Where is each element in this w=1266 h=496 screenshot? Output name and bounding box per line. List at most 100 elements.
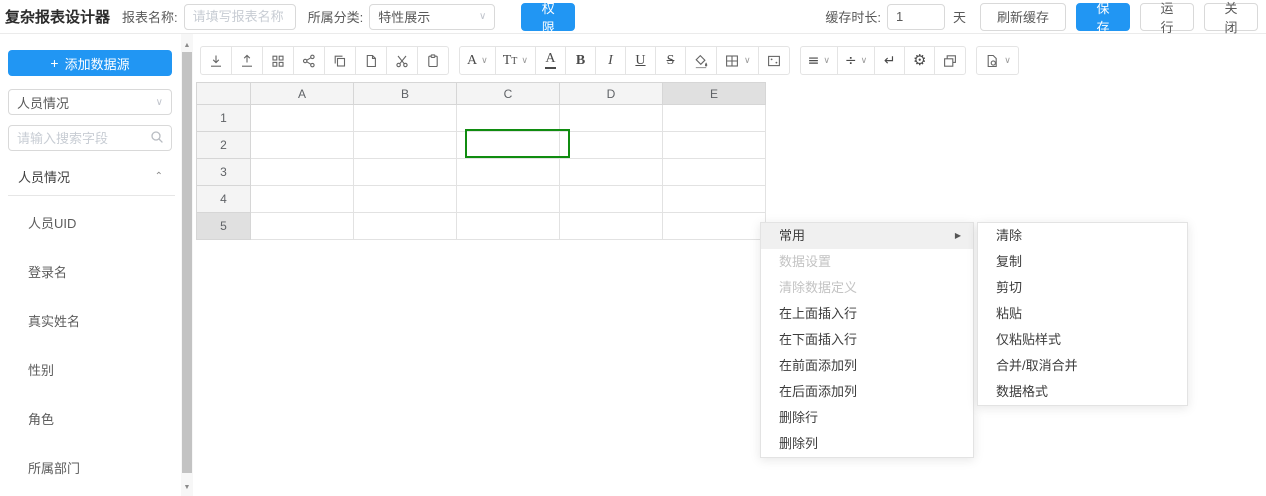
grid-cell-A5[interactable] (251, 213, 354, 240)
add-datasource-button[interactable]: + 添加数据源 (8, 50, 172, 76)
toolbar-cut-button[interactable] (386, 46, 418, 75)
scrollbar-thumb[interactable] (182, 52, 192, 473)
context-menu-item[interactable]: 在下面插入行 (761, 327, 973, 353)
grid-cell-C5[interactable] (457, 213, 560, 240)
toolbar-strikethrough-button[interactable]: S (655, 46, 686, 75)
context-submenu-item[interactable]: 粘贴 (978, 301, 1187, 327)
grid-cell-B3[interactable] (354, 159, 457, 186)
context-menu-item[interactable]: 在上面插入行 (761, 301, 973, 327)
context-submenu-item[interactable]: 仅粘贴样式 (978, 327, 1187, 353)
toolbar-wrap-text-button[interactable]: ↵ (874, 46, 905, 75)
toolbar-bold-button[interactable]: B (565, 46, 596, 75)
grid-corner-cell[interactable] (197, 83, 251, 105)
cache-duration-input[interactable] (887, 4, 945, 30)
context-menu-item[interactable]: 删除行 (761, 405, 973, 431)
context-submenu-item[interactable]: 数据格式 (978, 379, 1187, 405)
column-header-B[interactable]: B (354, 83, 457, 105)
grid-cell-E1[interactable] (663, 105, 766, 132)
row-header-1[interactable]: 1 (197, 105, 251, 132)
field-item[interactable]: 真实姓名 (0, 296, 181, 345)
column-header-C[interactable]: C (457, 83, 560, 105)
category-select[interactable]: 特性展示 ∨ (369, 4, 495, 30)
datasource-tree-header[interactable]: 人员情况 ⌃ (18, 166, 163, 186)
toolbar-font-size-button[interactable]: TT∨ (495, 46, 536, 75)
grid-cell-D3[interactable] (560, 159, 663, 186)
grid-cell-D4[interactable] (560, 186, 663, 213)
row-header-4[interactable]: 4 (197, 186, 251, 213)
row-header-3[interactable]: 3 (197, 159, 251, 186)
grid-cell-C4[interactable] (457, 186, 560, 213)
context-submenu-item[interactable]: 合并/取消合并 (978, 353, 1187, 379)
toolbar-freeze-panes-button[interactable] (934, 46, 966, 75)
toolbar-font-style-button[interactable]: A∨ (459, 46, 496, 75)
column-header-E[interactable]: E (663, 83, 766, 105)
scrollbar-up-arrow-icon[interactable]: ▲ (181, 39, 193, 51)
toolbar-settings-button[interactable]: ⚙ (904, 46, 935, 75)
grid-cell-C2[interactable] (457, 132, 560, 159)
toolbar-data-format-button[interactable]: ∨ (976, 46, 1019, 75)
grid-cell-A4[interactable] (251, 186, 354, 213)
grid-cell-E2[interactable] (663, 132, 766, 159)
grid-cell-A2[interactable] (251, 132, 354, 159)
permission-button[interactable]: 权限 (521, 3, 575, 31)
grid-cell-B4[interactable] (354, 186, 457, 213)
grid-cell-D5[interactable] (560, 213, 663, 240)
row-header-2[interactable]: 2 (197, 132, 251, 159)
datasource-select[interactable]: 人员情况 ∨ (8, 89, 172, 115)
report-name-input[interactable] (184, 4, 296, 30)
grid-cell-B1[interactable] (354, 105, 457, 132)
field-item[interactable]: 所属部门 (0, 443, 181, 492)
toolbar-horizontal-align-button[interactable]: ≡∨ (800, 46, 838, 75)
close-button[interactable]: 关闭 (1204, 3, 1258, 31)
toolbar-vertical-align-button[interactable]: ÷∨ (837, 46, 875, 75)
grid-cell-C3[interactable] (457, 159, 560, 186)
grid-cell-B2[interactable] (354, 132, 457, 159)
toolbar-italic-button[interactable]: I (595, 46, 626, 75)
toolbar-document-button[interactable] (355, 46, 387, 75)
field-item[interactable]: 登录名 (0, 247, 181, 296)
strikethrough-icon: S (667, 54, 675, 68)
row-header-5[interactable]: 5 (197, 213, 251, 240)
grid-cell-A1[interactable] (251, 105, 354, 132)
context-menu-item[interactable]: 在后面添加列 (761, 379, 973, 405)
grid-cell-E4[interactable] (663, 186, 766, 213)
toolbar-paste-button[interactable] (417, 46, 449, 75)
field-item[interactable]: 人员UID (0, 198, 181, 247)
underline-icon: U (635, 54, 645, 68)
toolbar-copy-button[interactable] (324, 46, 356, 75)
context-menu-item[interactable]: 在前面添加列 (761, 353, 973, 379)
field-item[interactable]: 性别 (0, 345, 181, 394)
scrollbar-down-arrow-icon[interactable]: ▼ (181, 481, 193, 493)
toolbar-share-button[interactable] (293, 46, 325, 75)
context-submenu-item[interactable]: 清除 (978, 223, 1187, 249)
run-button[interactable]: 运行 (1140, 3, 1194, 31)
chevron-down-icon: ∨ (521, 55, 528, 66)
column-header-A[interactable]: A (251, 83, 354, 105)
grid-cell-E3[interactable] (663, 159, 766, 186)
grid-cell-A3[interactable] (251, 159, 354, 186)
grid-cell-E5[interactable] (663, 213, 766, 240)
field-search-input[interactable] (8, 125, 172, 151)
sidebar-scrollbar[interactable]: ▲ ▼ (181, 34, 193, 496)
context-submenu-item[interactable]: 复制 (978, 249, 1187, 275)
refresh-cache-button[interactable]: 刷新缓存 (980, 3, 1066, 31)
grid-cell-B5[interactable] (354, 213, 457, 240)
toolbar-components-button[interactable] (262, 46, 294, 75)
toolbar-font-color-button[interactable]: A (535, 46, 566, 75)
toolbar-underline-button[interactable]: U (625, 46, 656, 75)
grid-cell-C1[interactable] (457, 105, 560, 132)
toolbar-image-button[interactable] (758, 46, 790, 75)
column-header-D[interactable]: D (560, 83, 663, 105)
context-menu-item[interactable]: 常用▶ (761, 223, 973, 249)
toolbar-import-button[interactable] (200, 46, 232, 75)
toolbar-fill-color-button[interactable] (685, 46, 717, 75)
toolbar-group: ≡∨÷∨↵⚙ (800, 46, 967, 75)
context-submenu-item[interactable]: 剪切 (978, 275, 1187, 301)
context-menu-item[interactable]: 删除列 (761, 431, 973, 457)
save-button[interactable]: 保存 (1076, 3, 1130, 31)
toolbar-export-button[interactable] (231, 46, 263, 75)
grid-cell-D2[interactable] (560, 132, 663, 159)
grid-cell-D1[interactable] (560, 105, 663, 132)
toolbar-borders-button[interactable]: ∨ (716, 46, 759, 75)
field-item[interactable]: 角色 (0, 394, 181, 443)
